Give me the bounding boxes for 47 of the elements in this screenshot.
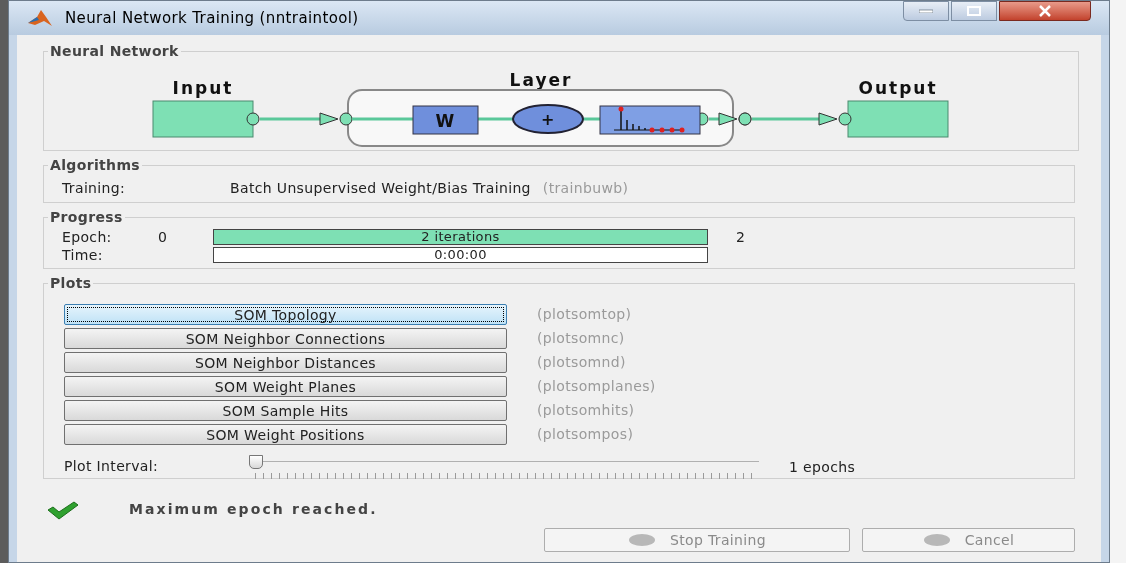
output-label: Output bbox=[858, 78, 938, 98]
interval-label: Plot Interval: bbox=[64, 457, 160, 476]
function-name: (trainbuwb) bbox=[542, 179, 629, 198]
group-title: Neural Network bbox=[49, 42, 180, 61]
maximize-icon bbox=[967, 6, 981, 16]
function-name: (plotsompos) bbox=[537, 425, 634, 444]
function-name: (plotsomtop) bbox=[537, 305, 632, 324]
status-message: Maximum epoch reached. bbox=[129, 500, 378, 519]
plot-button[interactable]: SOM Neighbor Connections bbox=[64, 328, 507, 349]
plot-button[interactable]: SOM Weight Planes bbox=[64, 376, 507, 397]
progress-text: 2 iterations bbox=[420, 230, 501, 244]
plot-button[interactable]: SOM Sample Hits bbox=[64, 400, 507, 421]
function-name: (plotsomnd) bbox=[537, 353, 626, 372]
minimize-button[interactable] bbox=[903, 1, 949, 21]
function-name: (plotsomplanes) bbox=[537, 377, 656, 396]
progress-label: Epoch: bbox=[62, 227, 113, 247]
algorithm-label: Training: bbox=[62, 179, 127, 198]
function-name: (plotsomnc) bbox=[537, 329, 625, 348]
progress-end: 2 bbox=[736, 227, 746, 247]
input-label: Input bbox=[172, 78, 234, 98]
weight-block bbox=[412, 105, 479, 135]
minimize-icon bbox=[919, 9, 933, 13]
sum-label: + bbox=[541, 110, 555, 129]
progress-label: Time: bbox=[62, 245, 104, 265]
sum-node bbox=[512, 104, 584, 134]
weight-label: W bbox=[435, 111, 455, 131]
plot-button[interactable]: SOM Neighbor Distances bbox=[64, 352, 507, 373]
time-field: 0:00:00 bbox=[213, 247, 708, 263]
close-button[interactable] bbox=[999, 1, 1091, 21]
checkmark-icon bbox=[47, 499, 79, 520]
layer-label: Layer bbox=[509, 70, 573, 90]
group-title: Progress bbox=[49, 208, 124, 227]
progress-start: 0 bbox=[158, 227, 169, 247]
cancel-icon bbox=[922, 533, 951, 547]
group-title: Algorithms bbox=[49, 156, 142, 175]
window-title: Neural Network Training (nntraintool) bbox=[65, 7, 359, 29]
maximize-button[interactable] bbox=[951, 1, 997, 21]
app-logo-icon bbox=[27, 8, 53, 28]
interval-reading: 1 epochs bbox=[789, 458, 856, 477]
plot-button[interactable]: SOM Topology bbox=[64, 304, 507, 325]
function-name: (plotsomhits) bbox=[537, 401, 635, 420]
stop-icon bbox=[627, 533, 656, 547]
slider-thumb[interactable] bbox=[249, 455, 263, 469]
plot-button[interactable]: SOM Weight Positions bbox=[64, 424, 507, 445]
algorithm-value: Batch Unsupervised Weight/Bias Training bbox=[230, 179, 531, 198]
close-icon bbox=[1038, 5, 1052, 17]
group-title: Plots bbox=[49, 274, 93, 293]
